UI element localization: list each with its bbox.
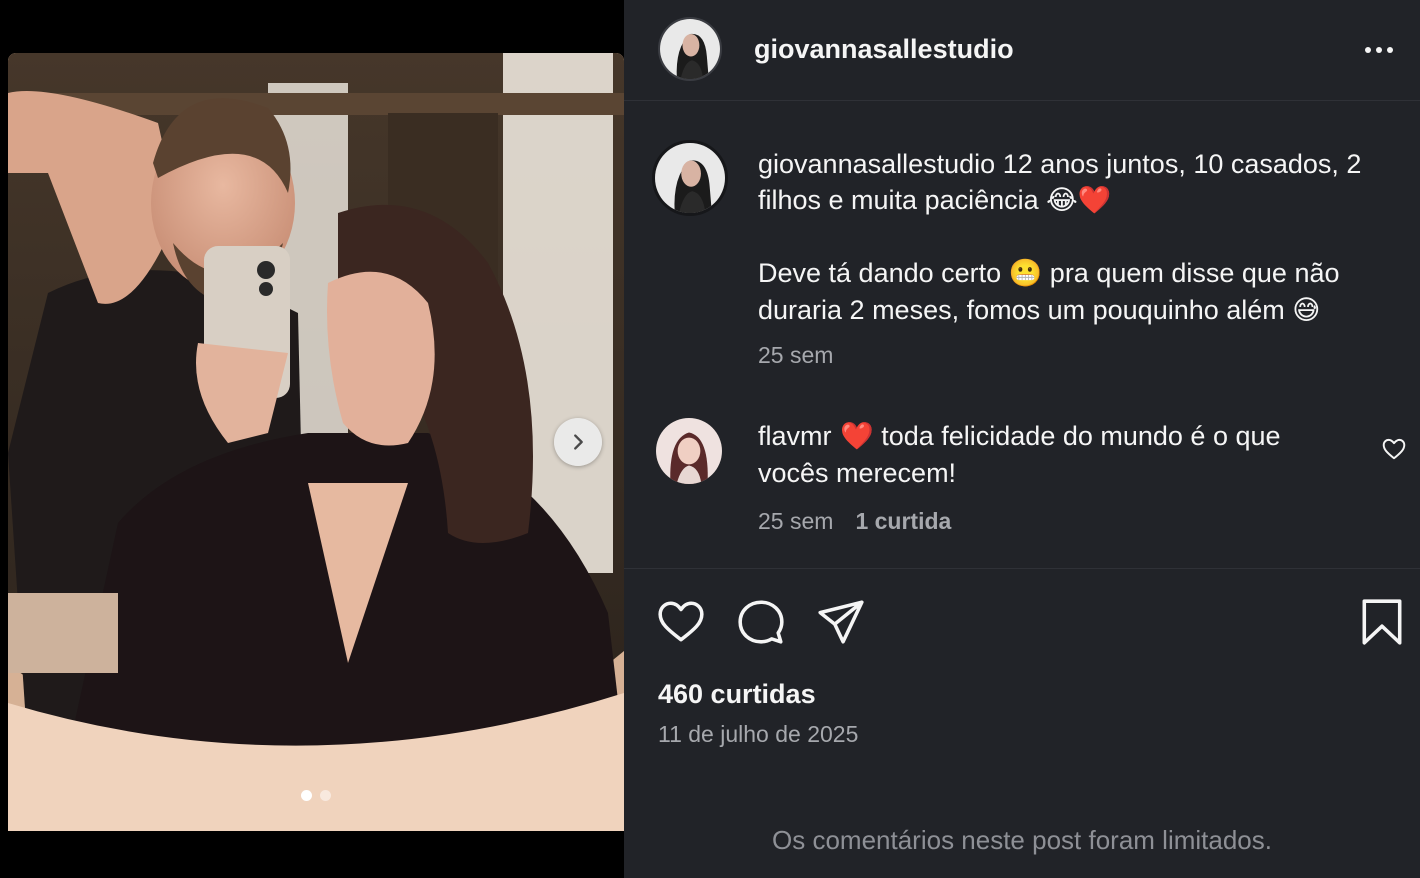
comment-emoji: ❤️ <box>831 421 874 452</box>
more-options-icon[interactable] <box>1362 38 1396 62</box>
caption-time[interactable]: 25 sem <box>758 342 833 368</box>
comment-body: flavmr ❤️ toda felicidade do mundo é o q… <box>758 418 1348 491</box>
caption-emoji-1: 😂❤️ <box>1046 185 1112 216</box>
post-caption: giovannasallestudio 12 anos juntos, 10 c… <box>758 146 1388 329</box>
commenter-avatar[interactable] <box>656 418 722 484</box>
caption-avatar-image <box>655 143 725 213</box>
media-pane <box>0 0 624 878</box>
author-username[interactable]: giovannasallestudio <box>754 34 1014 65</box>
likes-count[interactable]: 460 curtidas <box>658 679 816 710</box>
caption-avatar[interactable] <box>652 140 728 216</box>
carousel-dot <box>320 790 331 801</box>
caption-emoji-2: 😬 <box>1008 258 1043 289</box>
caption-username[interactable]: giovannasallestudio <box>758 149 995 179</box>
post-date[interactable]: 11 de julho de 2025 <box>658 721 858 748</box>
carousel-dot-active <box>301 790 312 801</box>
author-avatar-image <box>660 19 720 79</box>
like-button[interactable] <box>656 597 706 647</box>
comment-meta: 25 sem 1 curtida <box>758 508 951 535</box>
post-side-panel: giovannasallestudio giovannasallestudio … <box>624 0 1420 878</box>
commenter-avatar-image <box>656 418 722 484</box>
comment-username[interactable]: flavmr <box>758 421 832 451</box>
post-photo[interactable] <box>8 53 624 831</box>
chevron-right-icon <box>574 434 583 450</box>
comment-likes[interactable]: 1 curtida <box>855 508 951 534</box>
comments-section: giovannasallestudio 12 anos juntos, 10 c… <box>624 102 1420 568</box>
next-slide-button[interactable] <box>554 418 602 466</box>
save-button[interactable] <box>1357 597 1407 647</box>
comment-time[interactable]: 25 sem <box>758 508 833 534</box>
caption-meta: 25 sem <box>758 342 833 369</box>
caption-emoji-3: 😅 <box>1292 295 1321 326</box>
post-actions: 460 curtidas 11 de julho de 2025 Os come… <box>624 568 1420 878</box>
share-button[interactable] <box>816 597 866 647</box>
caption-line-2a: Deve tá dando certo <box>758 258 1009 288</box>
comment-button[interactable] <box>736 597 786 647</box>
carousel-indicator <box>8 790 624 801</box>
comment-like-button[interactable] <box>1381 436 1407 462</box>
comment-icon <box>738 600 784 644</box>
comments-limited-notice: Os comentários neste post foram limitado… <box>772 825 1272 855</box>
post-header: giovannasallestudio <box>624 0 1420 101</box>
share-icon <box>818 600 864 644</box>
heart-outline-icon <box>1382 438 1406 460</box>
bookmark-icon <box>1362 599 1402 645</box>
mirror-selfie-image <box>8 53 624 831</box>
heart-icon <box>658 601 704 642</box>
author-avatar[interactable] <box>658 17 722 81</box>
